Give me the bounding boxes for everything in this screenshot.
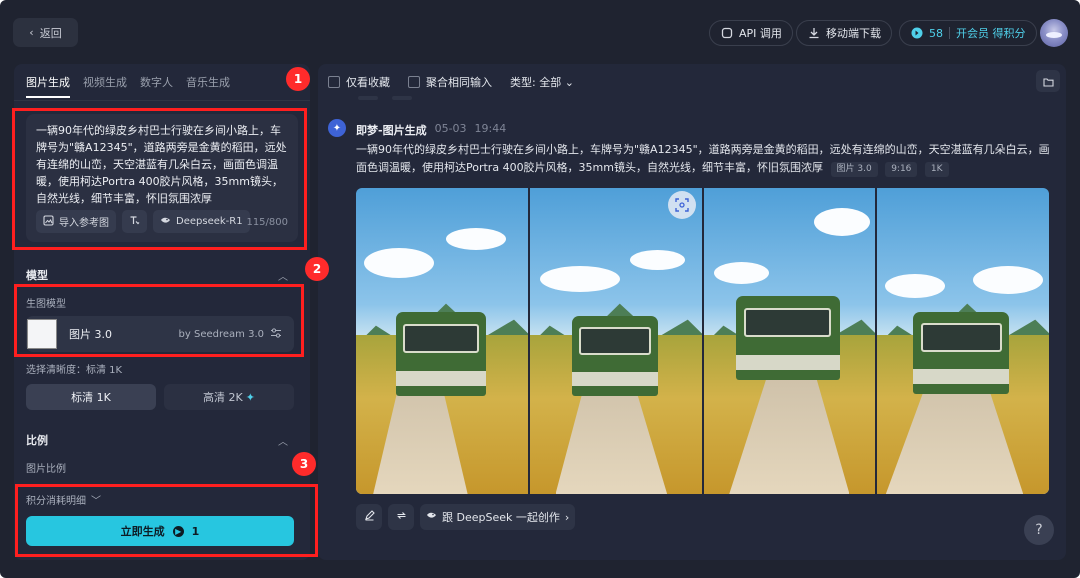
checkbox-icon — [328, 76, 340, 88]
tab-music-generation[interactable]: 音乐生成 — [186, 74, 230, 98]
tab-video-generation[interactable]: 视频生成 — [83, 74, 127, 98]
message-date: 05-03 — [434, 122, 467, 135]
tag-model: 图片 3.0 — [830, 162, 878, 177]
download-icon — [807, 27, 820, 40]
cloud — [885, 274, 946, 298]
divider — [14, 100, 310, 101]
generated-image[interactable] — [529, 188, 702, 494]
generated-image[interactable] — [356, 188, 528, 494]
mobile-label: 移动端下载 — [826, 27, 881, 40]
points-button[interactable]: 58 开会员 得积分 — [899, 20, 1037, 46]
divider — [392, 96, 412, 100]
tag-ratio: 9:16 — [885, 162, 918, 177]
back-label: 返回 — [39, 26, 62, 40]
cloud — [539, 266, 620, 292]
cloud — [713, 262, 769, 284]
filter-bar: 仅看收藏 聚合相同输入 类型: 全部 ⌄ — [328, 74, 574, 90]
ratio-section-title: 比例 — [26, 434, 48, 447]
edit-button[interactable] — [356, 504, 382, 530]
points-icon — [910, 27, 923, 40]
favorites-only-checkbox[interactable]: 仅看收藏 — [328, 74, 390, 90]
generated-image[interactable] — [703, 188, 876, 494]
results-panel: 仅看收藏 聚合相同输入 类型: 全部 ⌄ ✦ 即梦-图片生成 05-03 19:… — [318, 64, 1066, 560]
annotation-badge: 2 — [305, 257, 329, 281]
pencil-icon — [364, 510, 375, 524]
app-logo-icon: ✦ — [328, 119, 346, 137]
refresh-icon — [396, 510, 407, 524]
ratio-sublabel: 图片比例 — [26, 464, 66, 475]
deepseek-create-button[interactable]: 跟 DeepSeek 一起创作 › — [420, 504, 576, 530]
member-label: 开会员 得积分 — [956, 27, 1026, 40]
cloud — [973, 266, 1044, 294]
annotation-badge: 1 — [286, 67, 310, 91]
image-gallery — [356, 188, 1049, 494]
help-button[interactable]: ? — [1024, 515, 1054, 545]
bus — [735, 296, 840, 380]
highlight-generate — [15, 484, 318, 557]
avatar[interactable] — [1040, 19, 1068, 47]
checkbox-icon — [408, 76, 420, 88]
bus — [571, 316, 658, 396]
api-label: API 调用 — [739, 27, 782, 40]
message-prompt: 一辆90年代的绿皮乡村巴士行驶在乡间小路上，车牌号为"赣A12345"，道路两旁… — [356, 141, 1056, 177]
tag-resolution: 1K — [924, 162, 949, 177]
regenerate-button[interactable] — [388, 504, 414, 530]
resolution-label: 选择清晰度：标清 1K — [26, 365, 123, 376]
mobile-download-button[interactable]: 移动端下载 — [796, 20, 892, 46]
chevron-up-icon[interactable]: ︿ — [278, 433, 288, 448]
resolution-1k-button[interactable]: 标清 1K — [26, 384, 156, 410]
help-label: ? — [1035, 522, 1043, 538]
merge-same-input-checkbox[interactable]: 聚合相同输入 — [408, 74, 492, 90]
tab-digital-human[interactable]: 数字人 — [140, 74, 173, 98]
cloud — [364, 248, 434, 278]
annotation-badge: 3 — [292, 452, 316, 476]
message-actions: 跟 DeepSeek 一起创作 › — [356, 504, 576, 530]
chevron-down-icon: ⌄ — [564, 76, 574, 89]
resolution-2k-label: 高清 2K — [203, 391, 243, 404]
app-window: ‹ 返回 API 调用 移动端下载 58 开会员 得积分 图片生成 视频生成 数… — [0, 0, 1080, 578]
type-filter-label: 类型: 全部 — [510, 76, 562, 89]
cloud — [813, 208, 870, 236]
api-button[interactable]: API 调用 — [709, 20, 793, 46]
folder-icon — [1042, 72, 1054, 91]
message-time: 19:44 — [474, 122, 507, 135]
points-count: 58 — [929, 26, 943, 40]
bus — [396, 312, 486, 396]
scan-icon[interactable] — [668, 191, 696, 219]
resolution-2k-button[interactable]: 高清 2K ✦ — [164, 384, 294, 410]
chevron-left-icon: ‹ — [29, 26, 34, 39]
message-sender: 即梦-图片生成 — [356, 124, 427, 137]
divider — [949, 27, 950, 39]
sparkle-icon: ✦ — [245, 390, 255, 404]
highlight-model — [14, 284, 304, 357]
api-icon — [720, 27, 733, 40]
back-button[interactable]: ‹ 返回 — [13, 18, 78, 47]
type-filter-dropdown[interactable]: 类型: 全部 ⌄ — [510, 74, 574, 90]
highlight-prompt — [12, 108, 307, 250]
cloud — [629, 250, 685, 270]
resolution-1k-label: 标清 1K — [71, 391, 111, 404]
merge-same-input-label: 聚合相同输入 — [426, 76, 492, 89]
folder-button[interactable] — [1036, 70, 1060, 92]
chevron-right-icon: › — [564, 510, 570, 524]
chevron-up-icon[interactable]: ︿ — [278, 268, 288, 283]
divider — [358, 96, 378, 100]
generated-image[interactable] — [877, 188, 1049, 494]
tab-image-generation[interactable]: 图片生成 — [26, 74, 70, 98]
deepseek-create-label: 跟 DeepSeek 一起创作 — [442, 511, 560, 524]
cloud — [446, 228, 506, 250]
deepseek-icon — [426, 510, 437, 524]
favorites-only-label: 仅看收藏 — [346, 76, 390, 89]
model-section-title: 模型 — [26, 269, 48, 282]
generation-tabs: 图片生成 视频生成 数字人 音乐生成 — [26, 74, 230, 98]
message-header: 即梦-图片生成 05-03 19:44 — [356, 122, 506, 138]
bus — [913, 312, 1010, 394]
